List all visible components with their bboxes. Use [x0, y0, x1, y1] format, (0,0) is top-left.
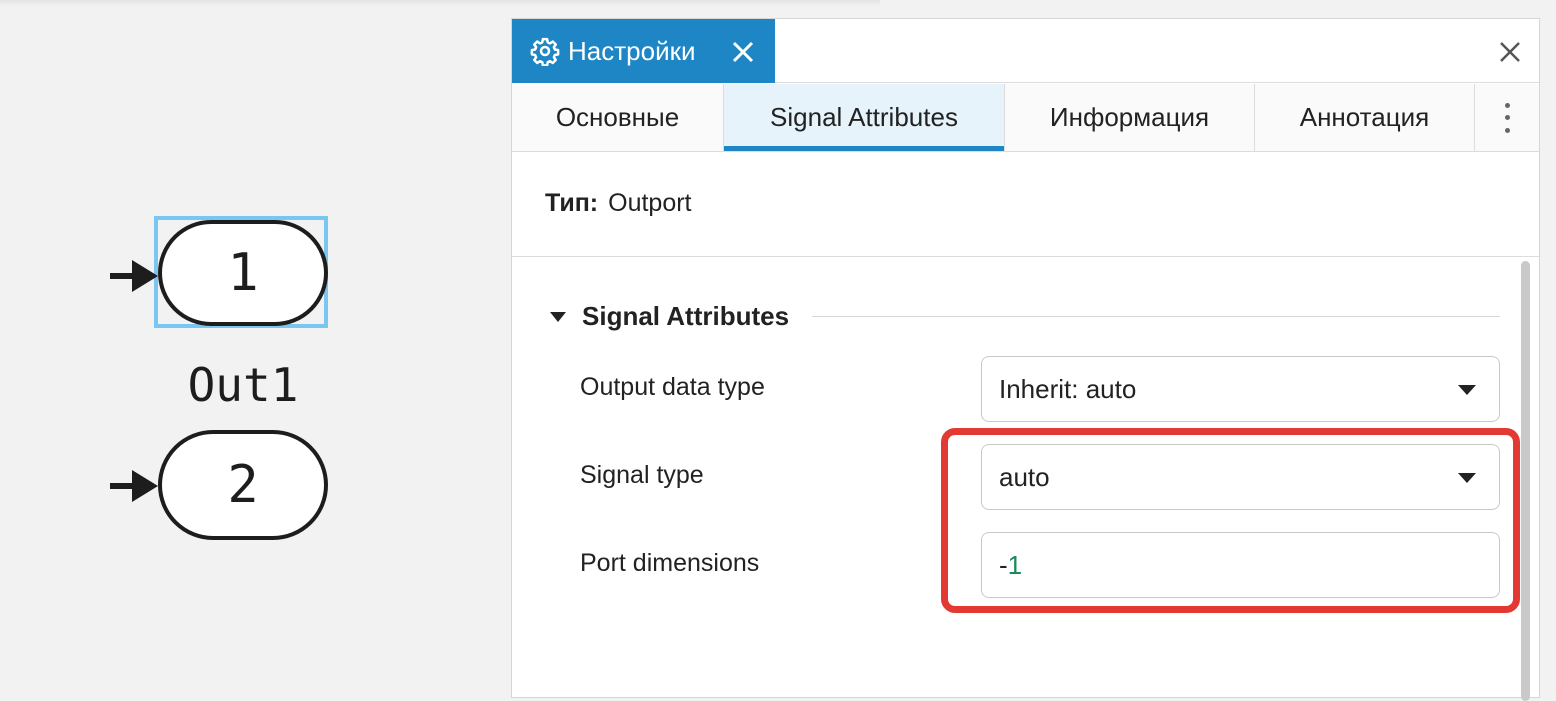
close-tab-icon[interactable]: [730, 39, 756, 65]
dropdown-caret-icon: [1458, 385, 1476, 395]
block-type-row: Тип: Outport: [545, 189, 692, 218]
block-number: 1: [227, 243, 259, 303]
value-number: 1: [1007, 549, 1023, 580]
settings-panel: Настройки Основные Signal Attributes Инф…: [511, 18, 1540, 701]
block-number: 2: [227, 455, 259, 515]
collapse-triangle-icon: [550, 311, 566, 322]
input-arrow-icon: [110, 260, 158, 292]
tab-signal-attributes[interactable]: Signal Attributes: [724, 84, 1005, 151]
dropdown-caret-icon: [1458, 473, 1476, 483]
section-divider: [812, 316, 1500, 317]
close-panel-icon[interactable]: [1497, 39, 1523, 65]
settings-header-tab[interactable]: Настройки: [512, 19, 775, 83]
output-data-type-select[interactable]: Inherit: auto: [981, 356, 1500, 422]
outport-block-1[interactable]: 1: [158, 220, 328, 326]
tab-annotation[interactable]: Аннотация: [1255, 84, 1475, 151]
more-tabs-button[interactable]: [1475, 84, 1539, 151]
section-title: Signal Attributes: [582, 301, 790, 331]
type-value: Outport: [608, 189, 692, 217]
divider: [512, 256, 1539, 257]
panel-scrollbar[interactable]: [1521, 261, 1530, 701]
port-dimensions-label: Port dimensions: [580, 549, 760, 577]
gear-icon: [530, 37, 560, 66]
tab-basic[interactable]: Основные: [512, 84, 724, 151]
block-label[interactable]: Out1: [150, 358, 336, 412]
type-label: Тип:: [545, 189, 599, 217]
select-value: auto: [999, 461, 1050, 492]
input-arrow-icon: [110, 470, 158, 502]
select-value: Inherit: auto: [999, 373, 1137, 404]
port-dimensions-input[interactable]: -1: [981, 532, 1500, 598]
settings-title: Настройки: [568, 35, 696, 66]
panel-header: Настройки: [512, 19, 1539, 83]
section-toggle-signal-attributes[interactable]: Signal Attributes: [550, 301, 789, 332]
signal-type-select[interactable]: auto: [981, 444, 1500, 510]
value-sign: -: [999, 549, 1008, 580]
signal-type-label: Signal type: [580, 461, 704, 489]
panel-tabs: Основные Signal Attributes Информация Ан…: [512, 84, 1539, 152]
canvas-top-shadow: [0, 0, 880, 6]
output-data-type-label: Output data type: [580, 373, 765, 401]
tab-information[interactable]: Информация: [1005, 84, 1255, 151]
outport-block-2[interactable]: 2: [158, 430, 328, 540]
kebab-menu-icon: [1504, 102, 1510, 133]
